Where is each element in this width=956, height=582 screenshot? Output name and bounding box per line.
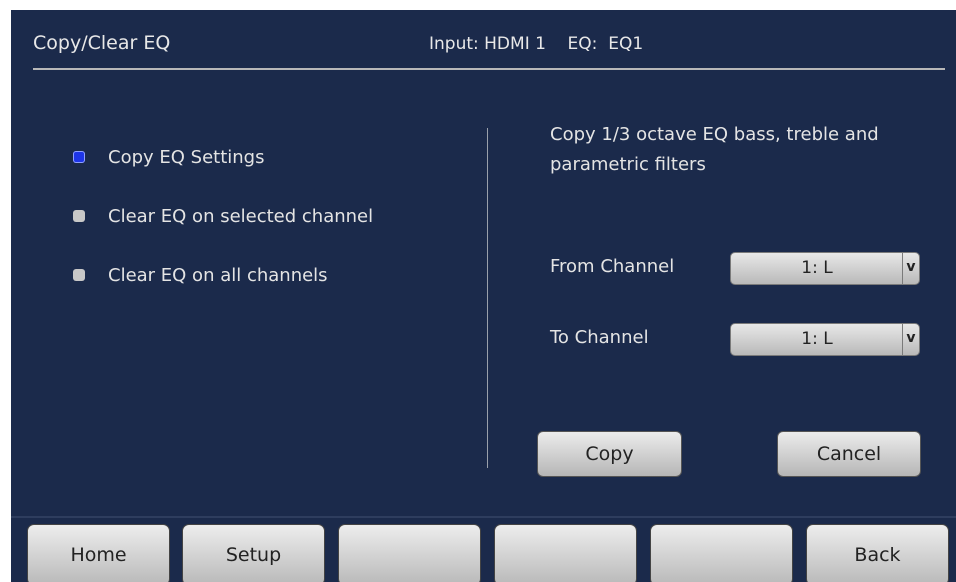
input-eq-status: Input: HDMI 1 EQ: EQ1 [429,34,644,54]
nav-setup-button[interactable]: Setup [182,524,325,582]
to-channel-value: 1: L [801,329,833,349]
to-channel-label: To Channel [550,327,649,348]
description-text: Copy 1/3 octave EQ bass, treble and para… [550,124,879,175]
screen: Copy/Clear EQ Input: HDMI 1 EQ: EQ1 Copy… [11,10,956,582]
from-channel-value: 1: L [801,258,833,278]
header: Copy/Clear EQ Input: HDMI 1 EQ: EQ1 [11,10,956,70]
copy-button[interactable]: Copy [537,431,682,477]
cancel-button[interactable]: Cancel [777,431,921,477]
nav-blank-button-1[interactable] [338,524,481,582]
bottom-nav-bar: Home Setup Back [11,516,956,582]
option-label: Clear EQ on all channels [108,264,328,286]
nav-blank-button-2[interactable] [494,524,637,582]
option-clear-eq-all-channels[interactable]: Clear EQ on all channels [73,262,328,288]
option-label: Copy EQ Settings [108,146,265,168]
vertical-divider [487,128,488,468]
from-channel-select[interactable]: 1: L v [730,252,920,285]
option-copy-eq-settings[interactable]: Copy EQ Settings [73,144,264,170]
option-label: Clear EQ on selected channel [108,205,374,227]
option-clear-eq-selected-channel[interactable]: Clear EQ on selected channel [73,203,373,229]
radio-selected-icon [73,151,85,163]
nav-blank-button-3[interactable] [650,524,793,582]
from-channel-label: From Channel [550,256,675,277]
to-channel-select[interactable]: 1: L v [730,323,920,356]
nav-home-button[interactable]: Home [27,524,170,582]
page-title: Copy/Clear EQ [33,32,171,54]
radio-unselected-icon [73,269,85,281]
radio-unselected-icon [73,210,85,222]
nav-back-button[interactable]: Back [806,524,949,582]
chevron-down-icon: v [902,253,919,284]
header-divider [33,68,945,70]
chevron-down-icon: v [902,324,919,355]
